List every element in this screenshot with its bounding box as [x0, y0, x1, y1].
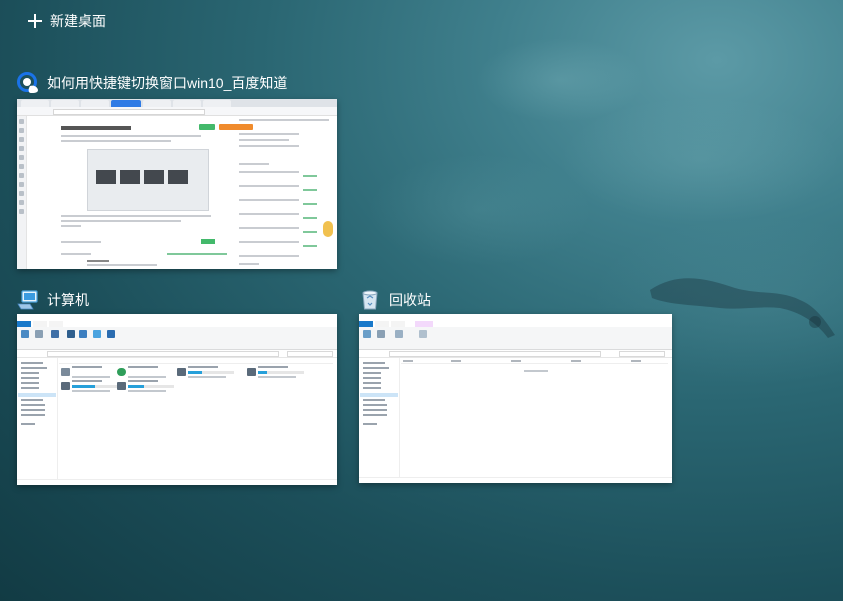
- window-title: 如何用快捷键切换窗口win10_百度知道: [47, 75, 288, 91]
- window-thumbnail: [17, 314, 337, 485]
- window-thumbnail: [17, 99, 337, 269]
- window-title: 计算机: [47, 292, 89, 308]
- window-card-browser[interactable]: 如何用快捷键切换窗口win10_百度知道: [17, 72, 347, 272]
- window-title: 回收站: [389, 292, 431, 308]
- new-desktop-label: 新建桌面: [50, 13, 106, 29]
- window-card-recycle-bin[interactable]: 回收站: [359, 289, 689, 489]
- browser-icon: [17, 72, 38, 93]
- window-thumbnail: [359, 314, 672, 483]
- new-desktop-button[interactable]: 新建桌面: [28, 11, 106, 31]
- recycle-bin-icon: [362, 290, 378, 310]
- computer-icon: [17, 290, 38, 310]
- window-title-bar: 如何用快捷键切换窗口win10_百度知道: [17, 72, 347, 94]
- window-title-bar: 计算机: [17, 289, 347, 311]
- plus-icon: [28, 14, 42, 28]
- window-title-bar: 回收站: [359, 289, 689, 311]
- window-card-computer[interactable]: 计算机: [17, 289, 347, 489]
